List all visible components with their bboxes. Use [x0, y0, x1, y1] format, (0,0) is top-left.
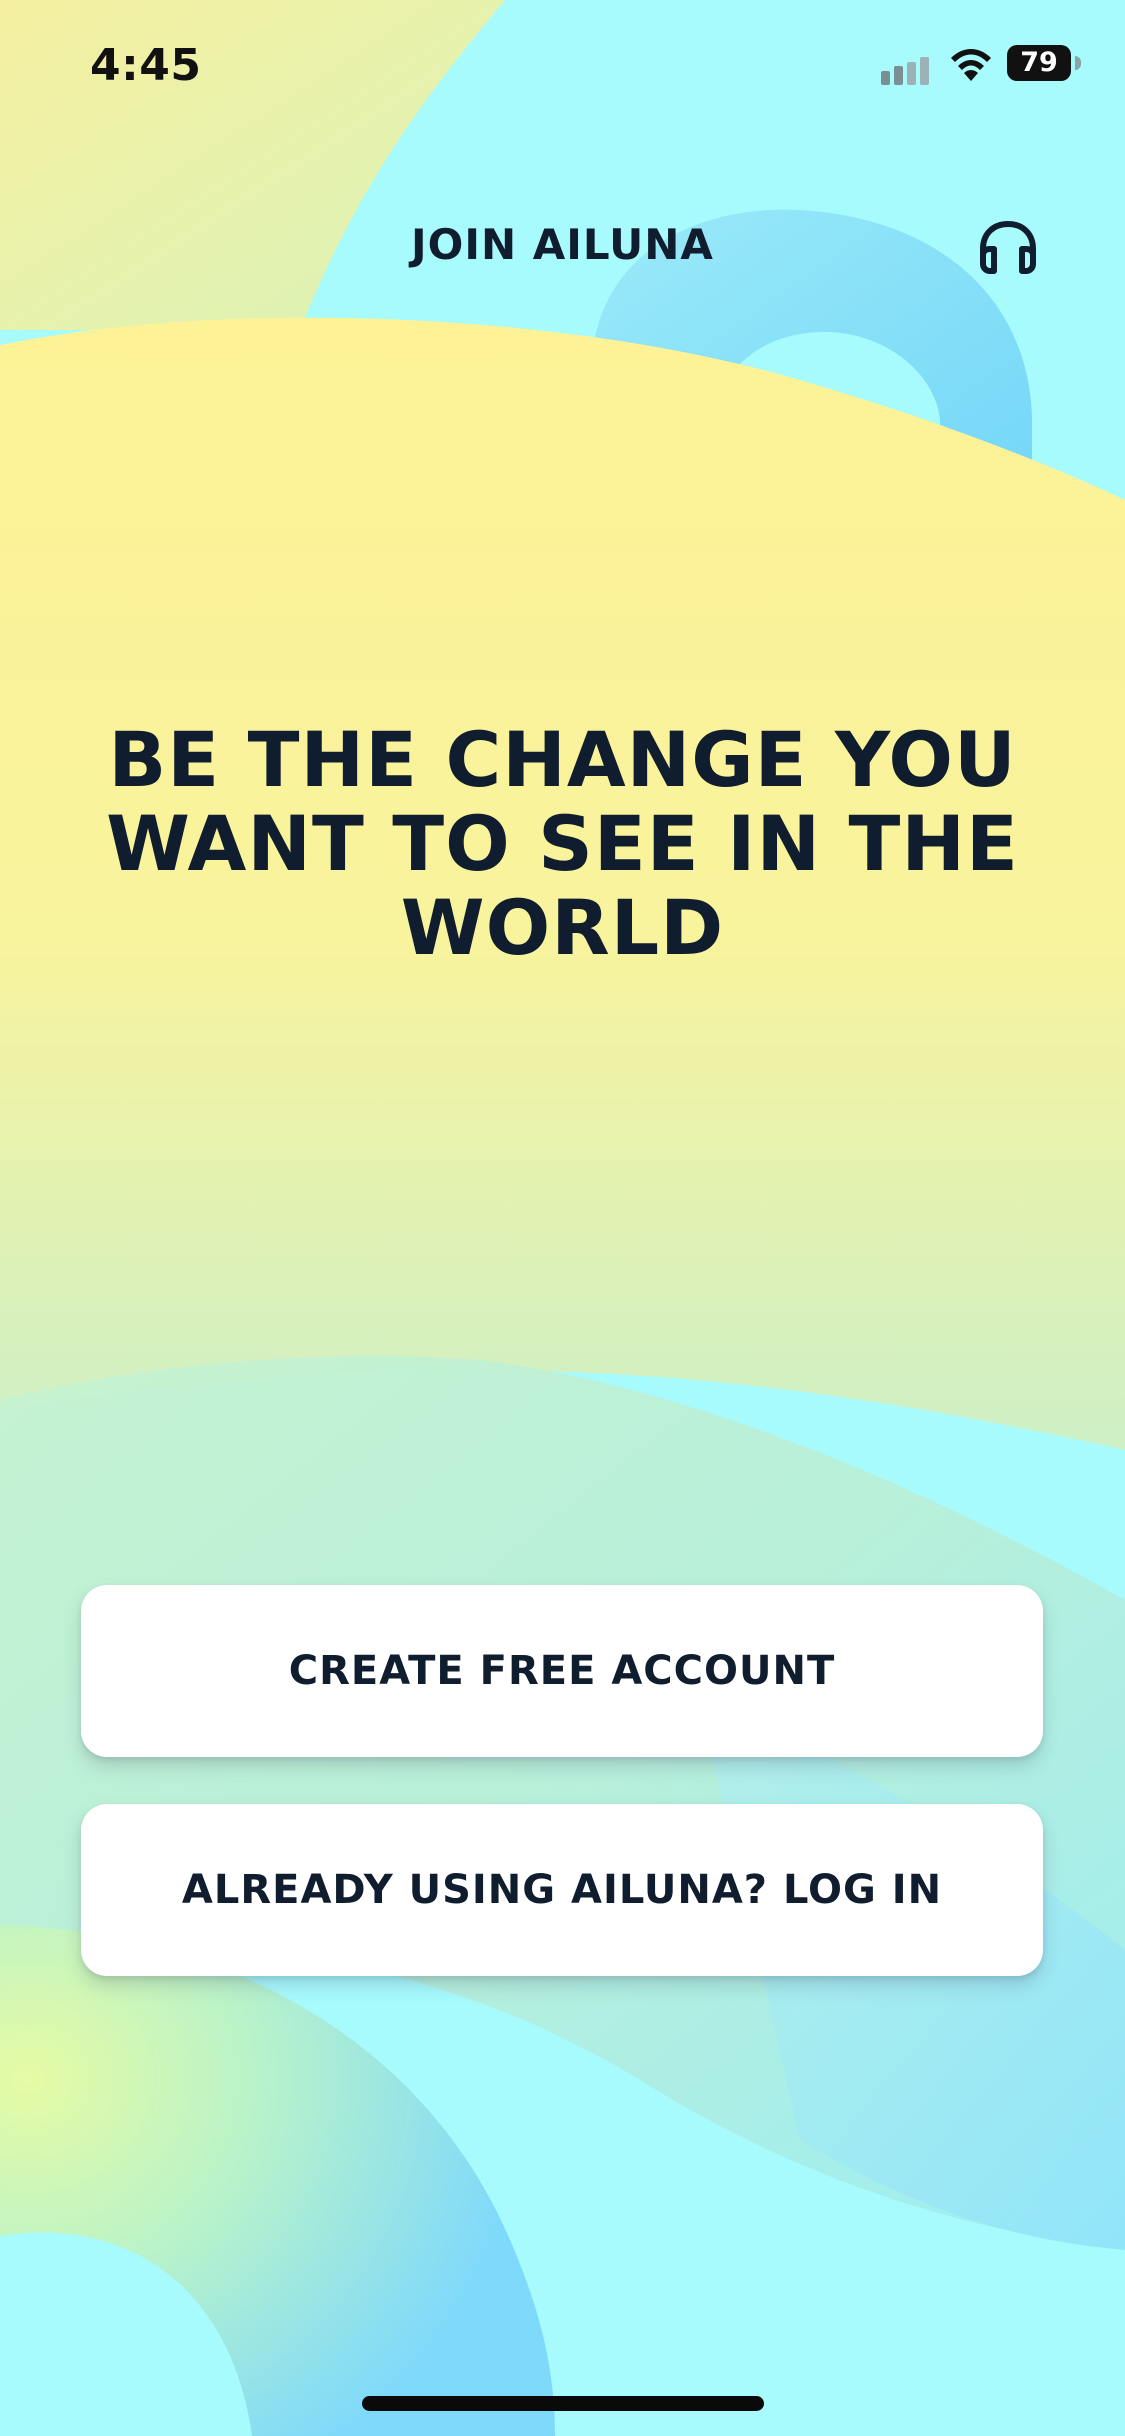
screen: 4:45 79 JOIN AILUNA BE THE CHANGE YOU WA…: [0, 0, 1125, 2436]
headphones-icon: [980, 220, 1036, 274]
header: JOIN AILUNA: [0, 190, 1125, 300]
battery-icon: 79: [1007, 45, 1081, 81]
create-account-button[interactable]: CREATE FREE ACCOUNT: [81, 1585, 1043, 1757]
create-account-label: CREATE FREE ACCOUNT: [288, 1648, 836, 1694]
status-icons: 79: [861, 45, 1081, 91]
status-bar: 4:45 79: [0, 0, 1125, 140]
hero-headline: BE THE CHANGE YOU WANT TO SEE IN THE WOR…: [106, 715, 1019, 972]
page-title: JOIN AILUNA: [411, 220, 714, 269]
battery-level: 79: [1020, 47, 1058, 78]
headphones-button[interactable]: [968, 208, 1048, 288]
cellular-signal-icon: [881, 57, 929, 85]
battery-cap: [1075, 56, 1081, 70]
wifi-icon: [951, 49, 991, 81]
login-button[interactable]: ALREADY USING AILUNA? LOG IN: [81, 1804, 1043, 1976]
background-art: [0, 0, 1125, 2436]
home-indicator[interactable]: [362, 2396, 764, 2411]
battery-body: 79: [1007, 45, 1071, 81]
login-label: ALREADY USING AILUNA? LOG IN: [181, 1867, 943, 1913]
status-time: 4:45: [90, 40, 202, 91]
